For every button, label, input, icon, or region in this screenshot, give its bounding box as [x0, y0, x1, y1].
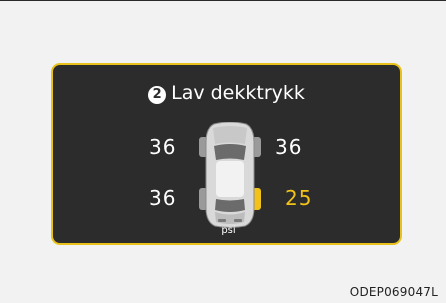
tpms-warning-panel: 2 Lav dekktrykk 36 36 36 25 psi: [51, 63, 402, 245]
pressure-unit-label: psi: [221, 225, 236, 236]
rear-right-tire-pressure-low: 25: [285, 186, 313, 210]
rear-left-tire-pressure: 36: [149, 186, 177, 210]
front-left-tire-pressure: 36: [149, 135, 177, 159]
warning-title: Lav dekktrykk: [171, 82, 305, 104]
top-border-line: [0, 0, 446, 1]
image-reference-code: ODEP069047L: [349, 285, 438, 299]
warning-title-row: 2 Lav dekktrykk: [53, 82, 400, 104]
step-number-badge-icon: 2: [148, 86, 167, 104]
front-right-tire-pressure: 36: [275, 135, 303, 159]
car-top-view-icon: [199, 122, 261, 228]
